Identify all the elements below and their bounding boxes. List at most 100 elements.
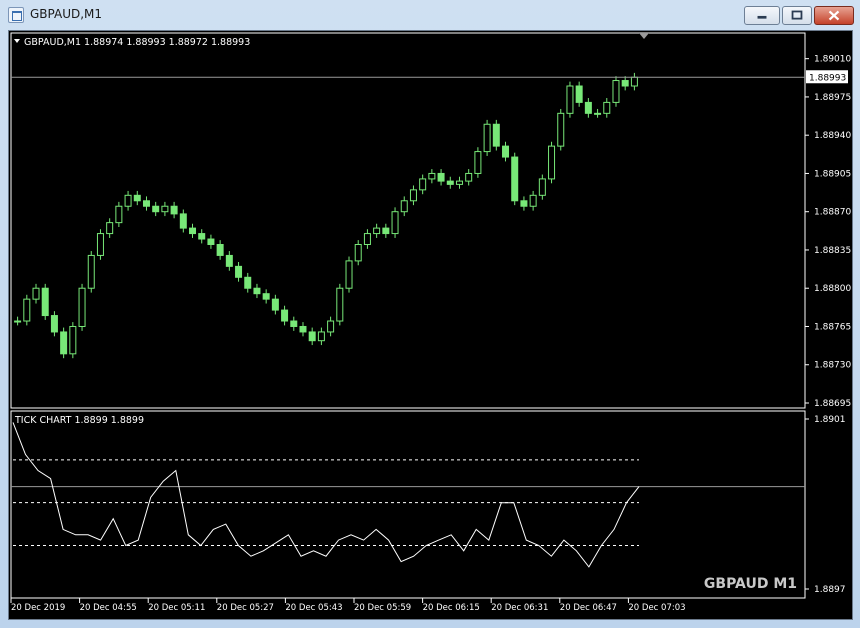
candle-body: [511, 156, 519, 202]
candle-body: [96, 233, 104, 256]
candle-body: [225, 254, 233, 267]
time-tick-label: 20 Dec 2019: [11, 603, 65, 613]
price-tick-label: 1.88695: [814, 399, 851, 409]
candle-body: [557, 112, 565, 147]
candle-body: [612, 80, 620, 103]
dropdown-triangle-icon[interactable]: [14, 39, 20, 43]
price-tick-label: 1.88905: [814, 169, 851, 179]
candle-body: [409, 189, 417, 202]
candle-body: [419, 178, 427, 191]
tick-axis-label: 1.8901: [814, 415, 846, 425]
candle-body: [235, 265, 243, 278]
candle-body: [520, 200, 528, 207]
candle-body: [538, 178, 546, 196]
tick-axis-label: 1.8897: [814, 585, 846, 595]
candle-body: [152, 205, 160, 213]
time-tick-label: 20 Dec 04:55: [80, 603, 137, 613]
tick-axis: 1.8901 1.8897: [805, 415, 846, 595]
chart-window-icon: [8, 7, 24, 23]
tick-levels: [11, 459, 805, 546]
candle-body: [529, 194, 537, 207]
candle-body: [281, 309, 289, 322]
candle-body: [455, 180, 463, 185]
candle-body: [78, 287, 86, 327]
minimize-button[interactable]: [744, 6, 780, 25]
candle-body: [290, 320, 298, 327]
candle-body: [262, 293, 270, 300]
candle-body: [363, 233, 371, 246]
time-tick-label: 20 Dec 06:47: [560, 603, 617, 613]
candle-body: [566, 85, 574, 114]
candle-body: [327, 320, 335, 333]
price-axis: 1.89010 1.88975 1.88940 1.88905 1.88870 1.888…: [805, 55, 851, 409]
candle-body: [317, 331, 325, 342]
candle-body: [41, 287, 49, 317]
candle-body: [575, 85, 583, 103]
candle-body: [428, 172, 436, 180]
candle-body: [189, 227, 197, 235]
candle-body: [142, 200, 150, 207]
time-tick-label: 20 Dec 06:15: [423, 603, 480, 613]
candle-body: [179, 213, 187, 229]
price-tick-label: 1.88940: [814, 131, 851, 141]
price-tick-label: 1.88835: [814, 246, 851, 256]
candle-body: [492, 123, 500, 147]
time-axis: 20 Dec 2019 20 Dec 04:55 20 Dec 05:11 20 De…: [10, 598, 686, 613]
title-bar[interactable]: GBPAUD,M1: [0, 0, 860, 30]
terminal-window: GBPAUD,M1 GBPAUD,M1 1.88974 1.88993 1.88…: [0, 0, 860, 628]
candle-body: [170, 205, 178, 215]
minimize-icon: [757, 15, 767, 19]
candle-body: [603, 101, 611, 114]
price-tick-label: 1.89010: [814, 55, 851, 65]
candle-body: [244, 276, 252, 289]
candle-body: [106, 222, 114, 235]
indicator-pane-border: [10, 410, 806, 599]
candle-body: [216, 244, 224, 256]
candle-body: [345, 260, 353, 289]
symbol-watermark: GBPAUD M1: [704, 576, 797, 592]
price-tick-label: 1.88975: [814, 93, 851, 103]
candle-body: [465, 172, 473, 182]
candles-group: [14, 72, 638, 359]
candle-body: [23, 298, 31, 322]
candle-body: [133, 194, 141, 202]
candle-body: [253, 287, 261, 295]
candle-body: [299, 325, 307, 333]
price-tick-label: 1.88800: [814, 284, 851, 294]
chart-area[interactable]: GBPAUD,M1 1.88974 1.88993 1.88972 1.8899…: [8, 30, 853, 620]
time-tick-label: 20 Dec 05:59: [354, 603, 411, 613]
candle-body: [621, 80, 629, 87]
candle-body: [14, 320, 22, 323]
candle-body: [115, 205, 123, 224]
price-tick-label: 1.88730: [814, 361, 851, 371]
candle-body: [630, 76, 638, 87]
candle-body: [308, 331, 316, 342]
candle-body: [373, 227, 381, 235]
close-button[interactable]: [814, 6, 854, 25]
chart-header: GBPAUD,M1 1.88974 1.88993 1.88972 1.8899…: [24, 37, 250, 48]
price-tick-label: 1.88870: [814, 208, 851, 218]
time-tick-label: 20 Dec 05:27: [217, 603, 274, 613]
maximize-icon: [791, 10, 803, 20]
candle-body: [502, 145, 510, 158]
candle-body: [391, 211, 399, 235]
maximize-button[interactable]: [782, 6, 812, 25]
candle-body: [594, 112, 602, 115]
time-tick-label: 20 Dec 06:31: [491, 603, 548, 613]
candle-body: [483, 123, 491, 153]
price-tick-label: 1.88765: [814, 322, 851, 332]
chart-shift-marker[interactable]: [639, 33, 649, 39]
candle-body: [161, 205, 169, 213]
candle-body: [32, 287, 40, 300]
window-title: GBPAUD,M1: [30, 7, 103, 21]
candle-body: [548, 145, 556, 180]
candle-body: [271, 298, 279, 311]
candle-body: [207, 238, 215, 246]
candle-body: [382, 227, 390, 235]
time-tick-label: 20 Dec 05:43: [285, 603, 342, 613]
candle-body: [584, 101, 592, 114]
candle-body: [198, 233, 206, 240]
candle-body: [437, 172, 445, 182]
price-chart[interactable]: GBPAUD,M1 1.88974 1.88993 1.88972 1.8899…: [9, 31, 854, 621]
candle-body: [69, 325, 77, 355]
